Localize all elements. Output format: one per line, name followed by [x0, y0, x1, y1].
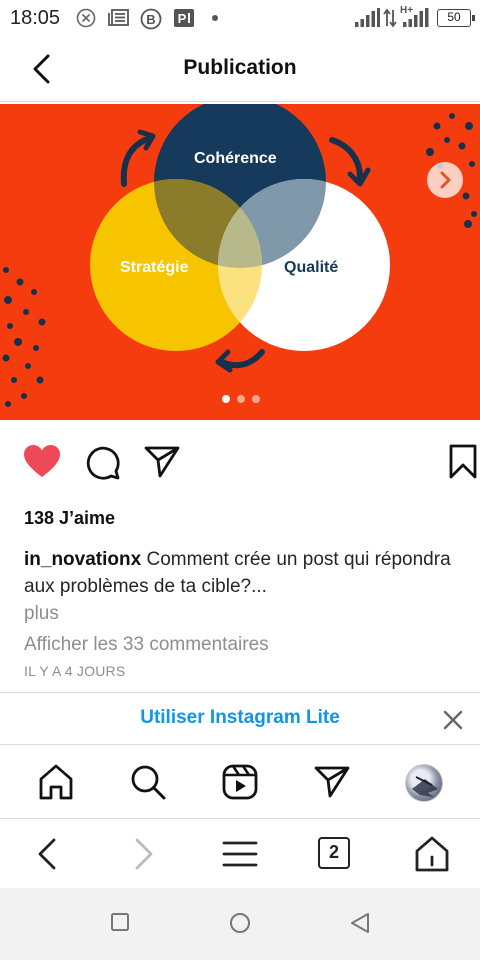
signal-icon — [355, 8, 380, 27]
instagram-lite-banner: Utiliser Instagram Lite — [0, 692, 480, 745]
status-time: 18:05 — [10, 7, 61, 29]
browser-forward-icon[interactable] — [124, 835, 162, 873]
parking-app-icon: P — [174, 9, 194, 27]
system-home-icon[interactable] — [229, 912, 251, 934]
profile-avatar[interactable] — [405, 764, 443, 802]
heart-icon[interactable] — [23, 444, 61, 480]
carousel-indicator — [222, 390, 267, 408]
post-caption: in_novationx Comment crée un post qui ré… — [24, 546, 464, 627]
direct-icon[interactable] — [313, 763, 351, 801]
browser-home-icon[interactable] — [413, 835, 451, 873]
status-bar: 18:05 B P H+ 50 — [0, 0, 480, 36]
page-title: Publication — [183, 56, 297, 79]
chevron-right-icon — [440, 171, 451, 189]
carousel-dot — [252, 395, 260, 403]
share-icon[interactable] — [143, 444, 181, 480]
browser-toolbar: 2 — [0, 820, 480, 888]
system-navigation-bar — [0, 888, 480, 960]
use-lite-link[interactable]: Utiliser Instagram Lite — [0, 707, 480, 729]
caption-more-link[interactable]: plus — [24, 600, 464, 627]
carousel-next-button[interactable] — [427, 162, 463, 198]
news-icon — [108, 9, 129, 26]
top-header: Publication — [0, 36, 480, 102]
likes-count[interactable]: 138 J’aime — [24, 508, 115, 529]
recents-icon[interactable] — [110, 912, 130, 932]
browser-tabs-button[interactable]: 2 — [318, 837, 350, 869]
post-timestamp: IL Y A 4 JOURS — [24, 663, 126, 679]
battery-indicator: 50 — [437, 9, 475, 27]
browser-menu-icon[interactable] — [221, 835, 259, 873]
svg-text:B: B — [146, 12, 155, 27]
data-transfer-icon — [383, 8, 397, 28]
label-coherence: Cohérence — [194, 150, 277, 167]
browser-back-icon[interactable] — [29, 835, 67, 873]
label-strategie: Stratégie — [120, 259, 189, 276]
carousel-dot — [237, 395, 245, 403]
decorative-dots-left — [2, 267, 46, 407]
close-icon[interactable] — [442, 709, 464, 731]
bookmark-icon[interactable] — [448, 444, 478, 480]
post-actions — [0, 440, 480, 490]
comment-icon[interactable] — [84, 444, 122, 482]
home-icon[interactable] — [37, 763, 75, 801]
label-qualite: Qualité — [284, 259, 339, 276]
bitcoin-icon: B — [140, 8, 162, 30]
notification-dot-icon — [212, 15, 218, 21]
browser-tab-count: 2 — [328, 842, 339, 862]
reels-icon[interactable] — [221, 763, 259, 801]
view-comments-link[interactable]: Afficher les 33 commentaires — [24, 634, 269, 656]
signal-2-icon — [403, 8, 429, 27]
system-back-icon[interactable] — [349, 912, 371, 934]
close-circle-icon — [76, 8, 96, 28]
caption-username[interactable]: in_novationx — [24, 549, 141, 570]
search-icon[interactable] — [129, 763, 167, 801]
carousel-dot-active — [222, 395, 230, 403]
svg-text:P: P — [178, 11, 187, 26]
post-image-carousel[interactable]: Cohérence Stratégie Qualité — [0, 104, 480, 420]
